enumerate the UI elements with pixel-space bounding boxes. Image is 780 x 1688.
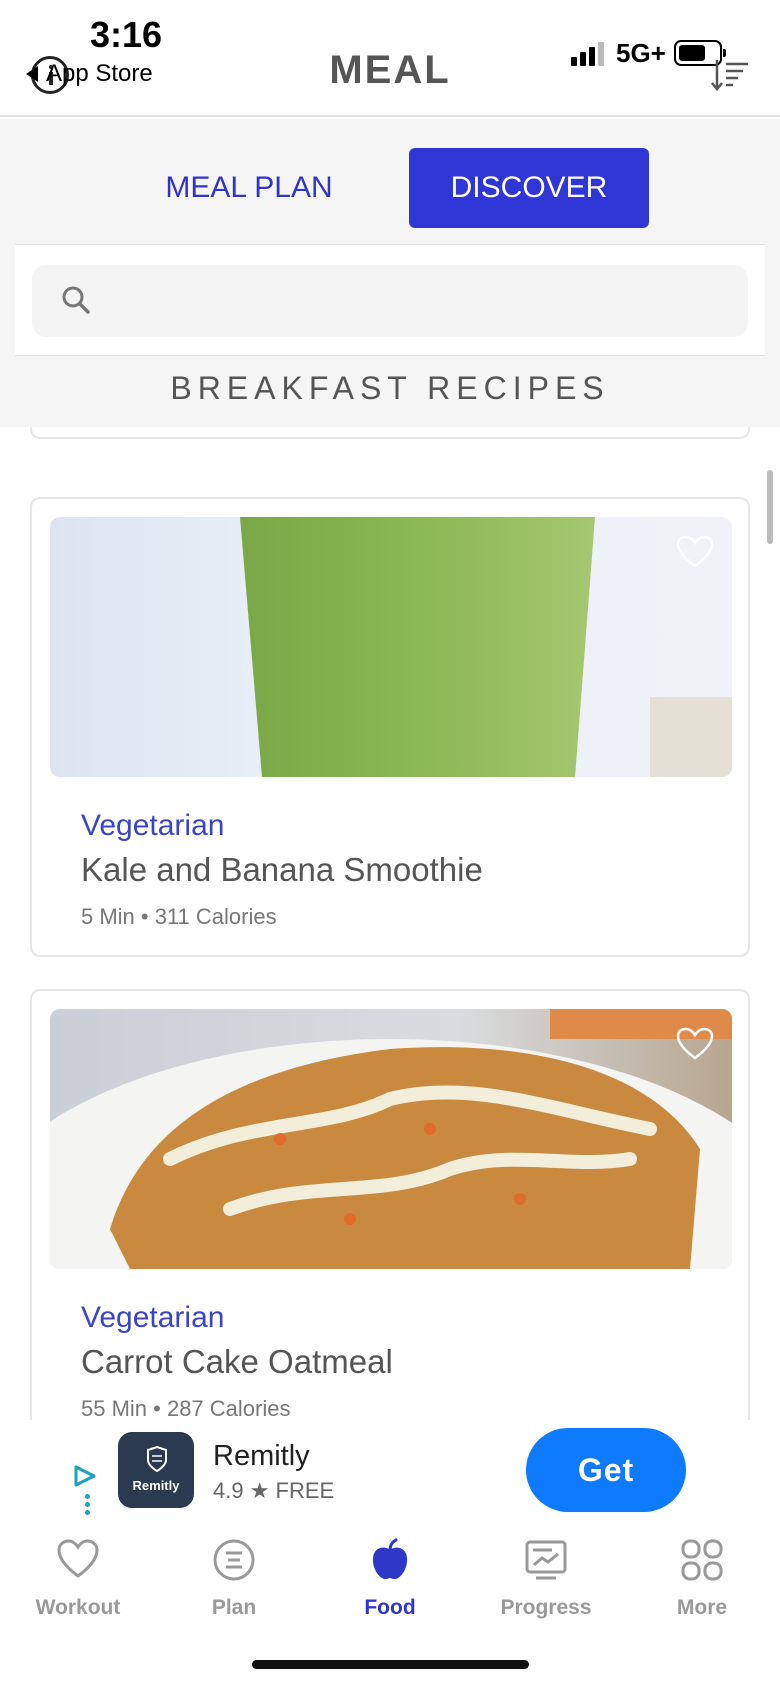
recipe-tag: Vegetarian <box>81 1301 225 1334</box>
progress-icon <box>525 1540 567 1580</box>
recipe-name: Carrot Cake Oatmeal <box>81 1343 393 1380</box>
signal-icon <box>571 42 605 66</box>
heart-icon <box>57 1539 99 1578</box>
recipe-card-partial[interactable] <box>30 427 750 439</box>
grid-icon <box>681 1539 723 1581</box>
nav-item-plan[interactable]: Plan <box>156 1538 312 1638</box>
ad-choices-icon[interactable] <box>73 1464 97 1488</box>
favorite-heart-icon[interactable] <box>676 1027 714 1061</box>
recipe-image <box>50 1009 732 1269</box>
recipe-meta: 5 Min • 311 Calories <box>81 904 277 929</box>
nav-label: More <box>676 1596 728 1619</box>
tab-meal-plan[interactable]: MEAL PLAN <box>129 148 369 228</box>
nav-label: Workout <box>35 1596 121 1619</box>
plan-icon <box>213 1539 255 1581</box>
sort-icon[interactable] <box>710 58 750 92</box>
ad-app-name: Remitly <box>213 1440 310 1472</box>
nav-item-more[interactable]: More <box>624 1538 780 1638</box>
nav-label: Food <box>364 1596 416 1619</box>
recipe-card[interactable]: Vegetarian Carrot Cake Oatmeal 55 Min • … <box>30 989 750 1420</box>
nav-label: Plan <box>211 1596 257 1619</box>
ad-logo-text: Remitly <box>132 1478 180 1493</box>
section-title: BREAKFAST RECIPES <box>170 370 610 406</box>
recipe-name: Kale and Banana Smoothie <box>81 851 483 888</box>
nav-item-workout[interactable]: Workout <box>0 1538 156 1638</box>
recipe-list[interactable]: Vegetarian Kale and Banana Smoothie 5 Mi… <box>0 427 780 1420</box>
recipe-image <box>50 517 732 777</box>
ad-more-icon[interactable] <box>85 1494 90 1518</box>
app-header: 3:16 App Store MEAL 5G+ <box>0 0 780 117</box>
search-input[interactable] <box>102 265 732 337</box>
favorite-heart-icon[interactable] <box>676 535 714 569</box>
recipe-meta: 55 Min • 287 Calories <box>81 1396 291 1420</box>
tab-discover[interactable]: DISCOVER <box>409 148 649 228</box>
apple-icon <box>372 1538 408 1580</box>
nav-label: Progress <box>500 1596 592 1619</box>
search-box[interactable] <box>32 265 748 337</box>
search-icon <box>62 286 90 314</box>
recipe-tag: Vegetarian <box>81 809 225 842</box>
nav-item-food[interactable]: Food <box>312 1538 468 1638</box>
ad-app-logo[interactable]: Remitly <box>118 1432 194 1508</box>
home-indicator <box>252 1660 529 1669</box>
ad-get-button[interactable]: Get <box>526 1428 686 1512</box>
recipe-card[interactable]: Vegetarian Kale and Banana Smoothie 5 Mi… <box>30 497 750 957</box>
scrollbar[interactable] <box>767 470 773 544</box>
remitly-logo-icon <box>147 1446 167 1472</box>
ad-banner[interactable]: Remitly Remitly 4.9 ★ FREE Get <box>0 1420 780 1532</box>
search-container <box>15 244 765 356</box>
nav-item-progress[interactable]: Progress <box>468 1538 624 1638</box>
ad-rating: 4.9 ★ FREE <box>213 1478 335 1503</box>
network-label: 5G+ <box>616 38 666 68</box>
